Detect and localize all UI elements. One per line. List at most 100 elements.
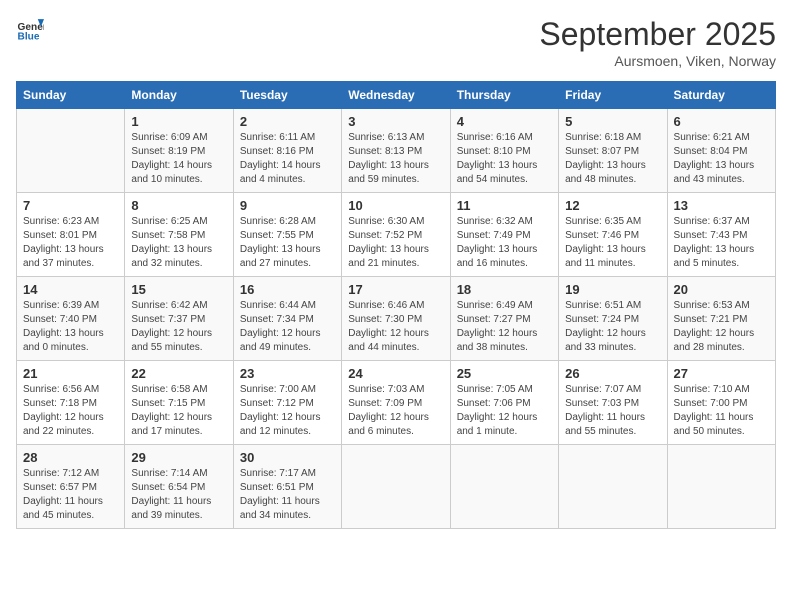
day-info: Sunrise: 6:16 AM Sunset: 8:10 PM Dayligh… [457,131,552,187]
calendar-cell: 10 Sunrise: 6:30 AM Sunset: 7:52 PM Dayli… [342,193,450,277]
day-info: Sunrise: 7:17 AM Sunset: 6:51 PM Dayligh… [240,467,335,523]
title-block: September 2025 Aursmoen, Viken, Norway [539,16,776,69]
calendar-table: SundayMondayTuesdayWednesdayThursdayFrid… [16,81,776,529]
calendar-cell: 11Sunrise: 6:32 AM Sunset: 7:49 PM Dayli… [450,193,558,277]
day-info: Sunrise: 6:13 AM Sunset: 8:13 PM Dayligh… [348,131,443,187]
day-number: 21 [23,366,118,381]
day-info: Sunrise: 6:51 AM Sunset: 7:24 PM Dayligh… [565,299,660,355]
calendar-cell [559,445,667,529]
calendar-cell: 14 Sunrise: 6:39 AM Sunset: 7:40 PM Dayli… [17,277,125,361]
day-number: 1 [131,114,226,129]
day-info: Sunrise: 6:25 AM Sunset: 7:58 PM Dayligh… [131,215,226,271]
calendar-cell: 9 Sunrise: 6:28 AM Sunset: 7:55 PM Daylig… [233,193,341,277]
weekday-header-sunday: Sunday [17,82,125,109]
calendar-cell [450,445,558,529]
logo: General Blue [16,16,44,44]
calendar-cell: 22 Sunrise: 6:58 AM Sunset: 7:15 PM Dayli… [125,361,233,445]
calendar-cell: 12 Sunrise: 6:35 AM Sunset: 7:46 PM Dayli… [559,193,667,277]
location: Aursmoen, Viken, Norway [539,53,776,69]
day-number: 29 [131,450,226,465]
calendar-cell: 1 Sunrise: 6:09 AM Sunset: 8:19 PM Daylig… [125,109,233,193]
calendar-cell: 15 Sunrise: 6:42 AM Sunset: 7:37 PM Dayli… [125,277,233,361]
day-number: 9 [240,198,335,213]
calendar-week-2: 7Sunrise: 6:23 AM Sunset: 8:01 PM Daylig… [17,193,776,277]
day-number: 14 [23,282,118,297]
day-number: 22 [131,366,226,381]
calendar-cell: 3Sunrise: 6:13 AM Sunset: 8:13 PM Daylig… [342,109,450,193]
weekday-header-wednesday: Wednesday [342,82,450,109]
weekday-header-saturday: Saturday [667,82,775,109]
calendar-cell [342,445,450,529]
day-number: 6 [674,114,769,129]
calendar-cell [17,109,125,193]
calendar-cell: 18Sunrise: 6:49 AM Sunset: 7:27 PM Dayli… [450,277,558,361]
day-number: 11 [457,198,552,213]
calendar-cell: 28Sunrise: 7:12 AM Sunset: 6:57 PM Dayli… [17,445,125,529]
day-info: Sunrise: 7:10 AM Sunset: 7:00 PM Dayligh… [674,383,769,439]
day-info: Sunrise: 6:39 AM Sunset: 7:40 PM Dayligh… [23,299,118,355]
calendar-cell: 2Sunrise: 6:11 AM Sunset: 8:16 PM Daylig… [233,109,341,193]
calendar-cell: 30 Sunrise: 7:17 AM Sunset: 6:51 PM Dayli… [233,445,341,529]
day-info: Sunrise: 6:44 AM Sunset: 7:34 PM Dayligh… [240,299,335,355]
calendar-cell: 23 Sunrise: 7:00 AM Sunset: 7:12 PM Dayli… [233,361,341,445]
day-info: Sunrise: 7:14 AM Sunset: 6:54 PM Dayligh… [131,467,226,523]
day-info: Sunrise: 6:42 AM Sunset: 7:37 PM Dayligh… [131,299,226,355]
calendar-body: 1 Sunrise: 6:09 AM Sunset: 8:19 PM Daylig… [17,109,776,529]
calendar-cell: 8 Sunrise: 6:25 AM Sunset: 7:58 PM Daylig… [125,193,233,277]
calendar-cell: 4 Sunrise: 6:16 AM Sunset: 8:10 PM Daylig… [450,109,558,193]
calendar-cell: 17Sunrise: 6:46 AM Sunset: 7:30 PM Dayli… [342,277,450,361]
calendar-cell: 5 Sunrise: 6:18 AM Sunset: 8:07 PM Daylig… [559,109,667,193]
day-number: 19 [565,282,660,297]
calendar-week-5: 28Sunrise: 7:12 AM Sunset: 6:57 PM Dayli… [17,445,776,529]
calendar-cell: 21 Sunrise: 6:56 AM Sunset: 7:18 PM Dayli… [17,361,125,445]
day-number: 16 [240,282,335,297]
day-number: 15 [131,282,226,297]
day-info: Sunrise: 6:58 AM Sunset: 7:15 PM Dayligh… [131,383,226,439]
day-info: Sunrise: 6:11 AM Sunset: 8:16 PM Dayligh… [240,131,335,187]
day-info: Sunrise: 6:18 AM Sunset: 8:07 PM Dayligh… [565,131,660,187]
calendar-week-4: 21 Sunrise: 6:56 AM Sunset: 7:18 PM Dayli… [17,361,776,445]
calendar-cell: 16 Sunrise: 6:44 AM Sunset: 7:34 PM Dayli… [233,277,341,361]
day-info: Sunrise: 6:30 AM Sunset: 7:52 PM Dayligh… [348,215,443,271]
weekday-header-thursday: Thursday [450,82,558,109]
logo-icon: General Blue [16,16,44,44]
day-number: 12 [565,198,660,213]
calendar-cell: 24Sunrise: 7:03 AM Sunset: 7:09 PM Dayli… [342,361,450,445]
day-info: Sunrise: 6:21 AM Sunset: 8:04 PM Dayligh… [674,131,769,187]
weekday-header-monday: Monday [125,82,233,109]
weekday-header-tuesday: Tuesday [233,82,341,109]
page-header: General Blue September 2025 Aursmoen, Vi… [16,16,776,69]
day-number: 24 [348,366,443,381]
day-info: Sunrise: 6:53 AM Sunset: 7:21 PM Dayligh… [674,299,769,355]
calendar-cell: 20Sunrise: 6:53 AM Sunset: 7:21 PM Dayli… [667,277,775,361]
calendar-cell: 6 Sunrise: 6:21 AM Sunset: 8:04 PM Daylig… [667,109,775,193]
day-info: Sunrise: 7:12 AM Sunset: 6:57 PM Dayligh… [23,467,118,523]
calendar-cell: 26Sunrise: 7:07 AM Sunset: 7:03 PM Dayli… [559,361,667,445]
day-info: Sunrise: 6:37 AM Sunset: 7:43 PM Dayligh… [674,215,769,271]
svg-text:Blue: Blue [18,31,40,42]
day-number: 30 [240,450,335,465]
day-number: 7 [23,198,118,213]
day-number: 4 [457,114,552,129]
day-number: 10 [348,198,443,213]
day-number: 8 [131,198,226,213]
day-info: Sunrise: 7:05 AM Sunset: 7:06 PM Dayligh… [457,383,552,439]
day-number: 25 [457,366,552,381]
day-number: 5 [565,114,660,129]
day-number: 18 [457,282,552,297]
day-info: Sunrise: 6:09 AM Sunset: 8:19 PM Dayligh… [131,131,226,187]
calendar-week-1: 1 Sunrise: 6:09 AM Sunset: 8:19 PM Daylig… [17,109,776,193]
calendar-cell [667,445,775,529]
day-info: Sunrise: 6:56 AM Sunset: 7:18 PM Dayligh… [23,383,118,439]
day-info: Sunrise: 6:35 AM Sunset: 7:46 PM Dayligh… [565,215,660,271]
month-title: September 2025 [539,16,776,53]
calendar-cell: 29 Sunrise: 7:14 AM Sunset: 6:54 PM Dayli… [125,445,233,529]
day-info: Sunrise: 6:28 AM Sunset: 7:55 PM Dayligh… [240,215,335,271]
weekday-header-friday: Friday [559,82,667,109]
day-info: Sunrise: 6:46 AM Sunset: 7:30 PM Dayligh… [348,299,443,355]
weekday-header-row: SundayMondayTuesdayWednesdayThursdayFrid… [17,82,776,109]
day-info: Sunrise: 7:00 AM Sunset: 7:12 PM Dayligh… [240,383,335,439]
calendar-cell: 25 Sunrise: 7:05 AM Sunset: 7:06 PM Dayli… [450,361,558,445]
day-number: 26 [565,366,660,381]
day-number: 23 [240,366,335,381]
